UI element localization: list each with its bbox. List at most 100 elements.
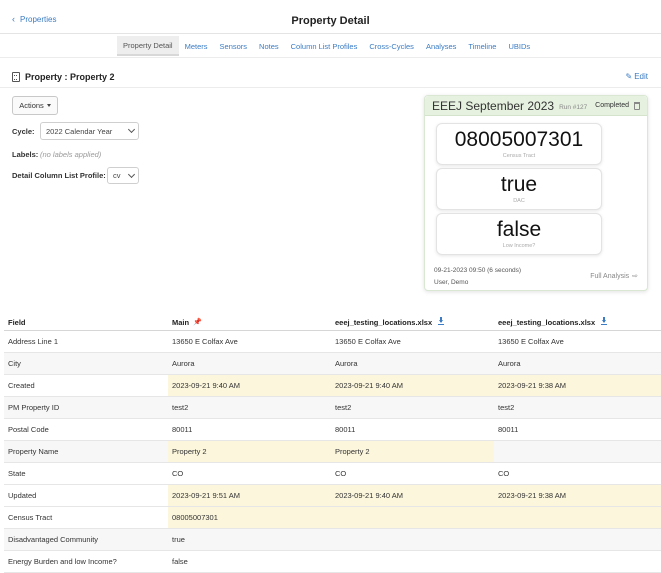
metric-value: false [496, 218, 542, 241]
cycle-value: 2022 Calendar Year [46, 126, 113, 136]
table-row: State CO CO CO [4, 463, 661, 485]
table-row: PM Property ID test2 test2 test2 [4, 397, 661, 419]
tab-notes[interactable]: Notes [253, 36, 285, 56]
download-icon[interactable] [438, 317, 445, 325]
tab-meters[interactable]: Meters [179, 36, 214, 56]
tab-column-list-profiles[interactable]: Column List Profiles [285, 36, 364, 56]
file-value: test2 [335, 403, 352, 412]
tab-ubids[interactable]: UBIDs [502, 36, 536, 56]
table-row: Address Line 1 13650 E Colfax Ave 13650 … [4, 331, 661, 353]
analysis-status: Completed [595, 102, 629, 109]
labels-value: (no labels applied) [40, 150, 102, 159]
property-divider [0, 87, 661, 88]
metric-census-tract: 08005007301 Census Tract [436, 123, 602, 165]
file-value: 2023-09-21 9:38 AM [494, 375, 661, 396]
detail-profile-label: Detail Column List Profile: [12, 171, 106, 180]
header-import-file-1[interactable]: eeej_testing_locations.xlsx [331, 314, 494, 330]
table-row: Postal Code 80011 80011 80011 [4, 419, 661, 441]
file-value: 80011 [335, 425, 356, 434]
metric-caption: Census Tract [502, 153, 536, 159]
trash-icon[interactable] [634, 101, 640, 110]
file-value [331, 529, 494, 550]
file-value [331, 507, 494, 528]
labels-label: Labels: [12, 150, 39, 159]
main-value: 13650 E Colfax Ave [172, 337, 238, 346]
main-value: Aurora [172, 359, 195, 368]
field-name: Postal Code [8, 425, 49, 434]
analysis-name: EEEJ September 2023 [432, 98, 555, 113]
file-value [494, 529, 661, 550]
pencil-icon: ✎ [625, 72, 633, 81]
download-icon[interactable] [601, 317, 608, 325]
file-value [494, 507, 661, 528]
file-value: Property 2 [331, 441, 494, 462]
full-analysis-link[interactable]: Full Analysis ⇨ [590, 272, 638, 281]
main-value: false [172, 557, 188, 566]
metric-value: true [500, 173, 538, 196]
analysis-date: 09-21-2023 09:50 (6 seconds) [434, 267, 522, 274]
table-row: Updated 2023-09-21 9:51 AM 2023-09-21 9:… [4, 485, 661, 507]
chevron-down-icon [127, 170, 136, 178]
analysis-user: User, Demo [434, 279, 469, 286]
property-data-table: Field Main 📌 eeej_testing_locations.xlsx… [4, 314, 661, 573]
file-value: Aurora [335, 359, 358, 368]
main-value: 08005007301 [168, 507, 331, 528]
header-field[interactable]: Field [4, 314, 168, 330]
table-row: Disadvantaged Community true [4, 529, 661, 551]
field-name: Energy Burden and low Income? [8, 557, 117, 566]
file-value: 2023-09-21 9:38 AM [494, 485, 661, 506]
cycle-select[interactable]: 2022 Calendar Year [40, 122, 139, 140]
actions-dropdown-button[interactable]: Actions [12, 96, 58, 115]
profile-value: cv [113, 171, 121, 180]
cycle-label: Cycle: [12, 127, 35, 136]
file-value: test2 [498, 403, 515, 412]
edit-label: Edit [634, 72, 648, 81]
field-name: City [8, 359, 21, 368]
field-name: Disadvantaged Community [8, 535, 99, 544]
file-value: 13650 E Colfax Ave [335, 337, 401, 346]
table-header-row: Field Main 📌 eeej_testing_locations.xlsx… [4, 314, 661, 331]
file-value: 13650 E Colfax Ave [498, 337, 564, 346]
file-value: Aurora [498, 359, 521, 368]
main-value: 80011 [172, 425, 193, 434]
external-link-icon: ⇨ [632, 273, 638, 280]
field-name: Property Name [8, 447, 59, 456]
file-value [331, 551, 494, 572]
tab-cross-cycles[interactable]: Cross-Cycles [363, 36, 420, 56]
tab-sensors[interactable]: Sensors [214, 36, 254, 56]
file-value [494, 441, 661, 462]
file-value: CO [335, 469, 347, 478]
field-name: Created [8, 381, 35, 390]
detail-tabs: Property Detail Meters Sensors Notes Col… [117, 36, 536, 56]
field-name: Address Line 1 [8, 337, 59, 346]
main-value: 2023-09-21 9:40 AM [168, 375, 331, 396]
table-row: Energy Burden and low Income? false [4, 551, 661, 573]
table-row: Census Tract 08005007301 [4, 507, 661, 529]
header-file-label: eeej_testing_locations.xlsx [498, 317, 596, 327]
metric-caption: Low Income? [502, 243, 536, 249]
edit-property-link[interactable]: ✎ Edit [626, 72, 649, 81]
file-value [494, 551, 661, 572]
file-value: 80011 [498, 425, 519, 434]
header-main[interactable]: Main 📌 [168, 314, 331, 330]
header-main-label: Main [172, 317, 190, 327]
metric-value: 08005007301 [454, 128, 584, 151]
tab-property-detail[interactable]: Property Detail [117, 36, 179, 56]
main-value: 2023-09-21 9:51 AM [168, 485, 331, 506]
file-value: CO [498, 469, 510, 478]
actions-label: Actions [19, 101, 44, 110]
header-import-file-2[interactable]: eeej_testing_locations.xlsx [494, 314, 661, 330]
tab-analyses[interactable]: Analyses [420, 36, 462, 56]
tab-timeline[interactable]: Timeline [462, 36, 502, 56]
top-bar: ‹ Properties Property Detail [0, 0, 661, 34]
analysis-card: EEEJ September 2023 Run #127 Completed 0… [424, 95, 648, 291]
metric-dac: true DAC [436, 168, 602, 210]
main-value: true [172, 535, 185, 544]
full-analysis-label: Full Analysis [590, 272, 630, 280]
table-row: City Aurora Aurora Aurora [4, 353, 661, 375]
analysis-run-number: Run #127 [559, 103, 588, 111]
page-title: Property Detail [291, 15, 370, 27]
field-name: PM Property ID [8, 403, 60, 412]
detail-profile-select[interactable]: cv [107, 167, 139, 184]
tabs-divider [0, 57, 661, 58]
